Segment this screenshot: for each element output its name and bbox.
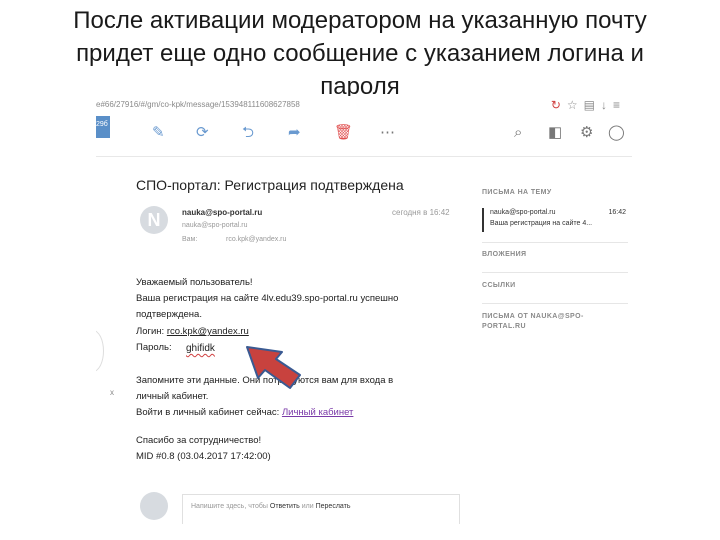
body-line-1: Ваша регистрация на сайте 4lv.edu39.spo-… bbox=[136, 293, 399, 304]
sender-avatar[interactable]: N bbox=[140, 206, 168, 234]
menu-icon[interactable]: ≡ bbox=[613, 98, 626, 112]
quick-reply-box[interactable]: Напишите здесь, чтобы Ответить или Перес… bbox=[182, 494, 460, 524]
login-label: Логин: bbox=[136, 326, 165, 337]
library-icon[interactable]: ▤ bbox=[584, 98, 601, 112]
recipient-copy[interactable]: rco.kpk@yandex.ru bbox=[226, 236, 286, 243]
contacts-icon[interactable]: ◧ bbox=[548, 125, 562, 141]
refresh-icon[interactable]: ⟳ bbox=[196, 125, 209, 141]
reply-placeholder: Напишите здесь, чтобы bbox=[191, 503, 268, 510]
sidebar-divider bbox=[482, 303, 628, 304]
cabinet-link[interactable]: Личный кабинет bbox=[282, 407, 353, 418]
recipient-address: nauka@spo-portal.ru bbox=[182, 222, 248, 229]
more-icon[interactable]: ⋯ bbox=[380, 125, 395, 141]
sidebar-divider bbox=[482, 242, 628, 243]
search-icon[interactable]: ⌕ bbox=[514, 125, 522, 141]
recipient-label: Вам: bbox=[182, 236, 198, 243]
forward-action[interactable]: Переслать bbox=[316, 503, 351, 510]
message-subject: СПО-портал: Регистрация подтверждена bbox=[136, 177, 404, 193]
delete-icon[interactable]: 🗑 bbox=[334, 125, 353, 141]
message-id: MID #0.8 (03.04.2017 17:42:00) bbox=[136, 451, 271, 462]
reply-or: или bbox=[301, 503, 314, 510]
settings-icon[interactable]: ⚙ bbox=[580, 125, 593, 141]
compose-icon[interactable]: ✎ bbox=[152, 125, 165, 141]
related-from: nauka@spo-portal.ru bbox=[490, 209, 556, 216]
remember-line-1: Запомните эти данные. Они потребуются ва… bbox=[136, 375, 394, 386]
from-heading-line-1[interactable]: ПИСЬМА ОТ NAUKA@SPO- bbox=[482, 313, 584, 320]
attachments-heading[interactable]: ВЛОЖЕНИЯ bbox=[482, 251, 526, 258]
folder-badge[interactable]: 29б bbox=[96, 116, 110, 138]
forward-icon[interactable]: ➦ bbox=[288, 125, 301, 141]
folder-badge-label: 29б bbox=[96, 121, 108, 128]
browser-icons: ↻☆▤↓≡ bbox=[551, 98, 626, 112]
sidebar-divider bbox=[482, 272, 628, 273]
related-subject: Ваша регистрация на сайте 4... bbox=[490, 220, 593, 227]
enter-prefix: Войти в личный кабинет сейчас: bbox=[136, 407, 280, 418]
left-panel-edge bbox=[96, 330, 104, 372]
email-screenshot: e#66/27916/#/gm/co-kpk/message/153948111… bbox=[96, 96, 632, 524]
reply-action[interactable]: Ответить bbox=[270, 503, 300, 510]
url-text[interactable]: e#66/27916/#/gm/co-kpk/message/153948111… bbox=[96, 100, 300, 109]
sender-address[interactable]: nauka@spo-portal.ru bbox=[182, 208, 262, 217]
download-icon[interactable]: ↓ bbox=[601, 98, 613, 112]
reload-icon[interactable]: ↻ bbox=[551, 98, 567, 112]
thread-heading: ПИСЬМА НА ТЕМУ bbox=[482, 189, 552, 196]
enter-line: Войти в личный кабинет сейчас: Личный ка… bbox=[136, 407, 353, 418]
reply-icon[interactable]: ⮌ bbox=[242, 125, 254, 141]
from-heading-line-2[interactable]: PORTAL.RU bbox=[482, 323, 526, 330]
related-time: 16:42 bbox=[608, 209, 626, 216]
reply-hint: Напишите здесь, чтобы Ответить или Перес… bbox=[191, 503, 351, 510]
thanks-line: Спасибо за сотрудничество! bbox=[136, 435, 262, 446]
password-value: ghifidk bbox=[186, 343, 215, 354]
bookmark-star-icon[interactable]: ☆ bbox=[567, 98, 584, 112]
address-bar[interactable]: e#66/27916/#/gm/co-kpk/message/153948111… bbox=[96, 96, 632, 117]
profile-icon[interactable]: ◯ bbox=[608, 125, 625, 141]
reply-avatar bbox=[140, 492, 168, 520]
related-message[interactable]: nauka@spo-portal.ru 16:42 Ваша регистрац… bbox=[482, 208, 630, 232]
password-label: Пароль: bbox=[136, 342, 172, 353]
slide-title-line-1: После активации модератором на указанную… bbox=[73, 7, 647, 34]
login-value[interactable]: rco.kpk@yandex.ru bbox=[167, 326, 249, 337]
slide-title: После активации модератором на указанную… bbox=[20, 4, 700, 103]
slide-title-line-2: придет еще одно сообщение с указанием ло… bbox=[76, 40, 644, 67]
message-date: сегодня в 16:42 bbox=[392, 208, 450, 217]
greeting: Уважаемый пользователь! bbox=[136, 277, 253, 288]
login-line: Логин: rco.kpk@yandex.ru bbox=[136, 326, 249, 337]
remember-line-2: личный кабинет. bbox=[136, 391, 209, 402]
body-line-2: подтверждена. bbox=[136, 309, 202, 320]
close-icon[interactable]: x bbox=[110, 388, 114, 397]
links-heading[interactable]: ССЫЛКИ bbox=[482, 282, 516, 289]
